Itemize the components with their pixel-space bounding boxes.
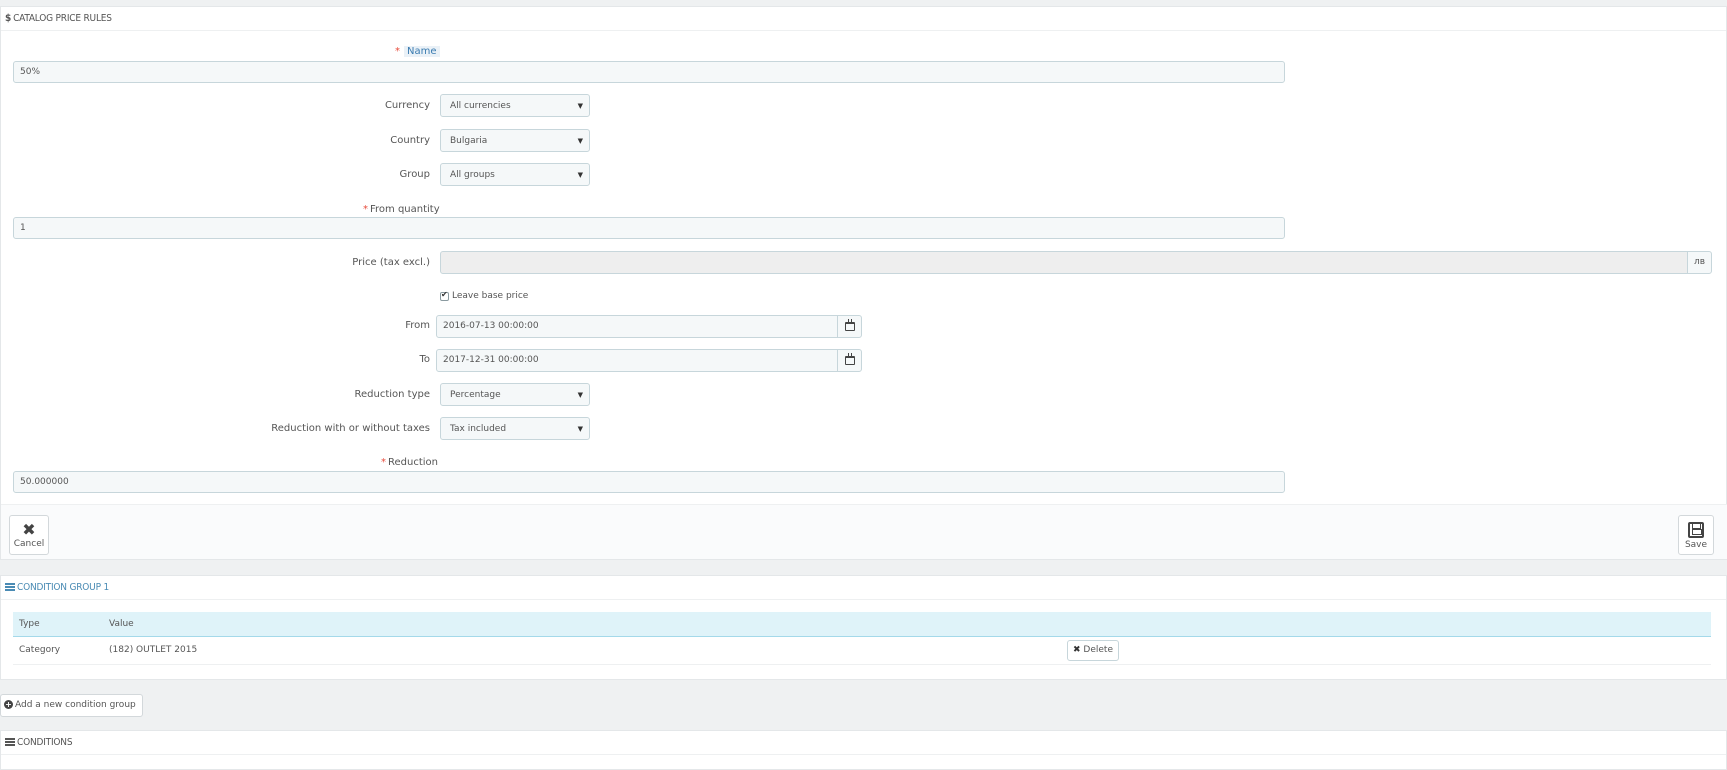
chevron-down-icon: ▼ [577,171,583,179]
list-icon [5,738,15,746]
save-button[interactable]: Save [1678,515,1714,555]
currency-select[interactable]: All currencies ▼ [440,94,590,117]
calendar-icon [845,353,855,365]
conditions-title: CONDITIONS [17,737,73,748]
plus-circle-icon: + [4,700,13,709]
catalog-price-rule-panel: $ CATALOG PRICE RULES * Name 50% Currency … [0,6,1727,560]
condition-group-panel: CONDITION GROUP 1 Type Value Category (1… [0,575,1727,680]
leave-base-price-label: Leave base price [452,291,529,301]
chevron-down-icon: ▼ [577,102,583,110]
price-input[interactable] [440,251,1688,274]
conditions-table: Type Value Category (182) OUTLET 2015 ✖ … [13,612,1711,665]
price-label: Price (tax excl.) [352,257,430,268]
from-date-input[interactable]: 2016-07-13 00:00:00 [436,315,838,338]
from-quantity-input[interactable]: 1 [13,217,1285,239]
reduction-tax-label: Reduction with or without taxes [271,423,430,434]
form-footer: ✖ Cancel Save [1,504,1727,559]
close-icon: ✖ [22,520,36,539]
chevron-down-icon: ▼ [577,137,583,145]
conditions-panel: CONDITIONS [0,730,1727,770]
conditions-heading: CONDITIONS [1,731,1726,755]
close-icon: ✖ [1073,644,1081,655]
table-row: Category (182) OUTLET 2015 ✖ Delete [13,636,1711,665]
from-date-picker-button[interactable] [837,315,862,338]
leave-base-price-checkbox[interactable] [440,290,449,301]
condition-group-heading: CONDITION GROUP 1 [1,576,1726,600]
column-header-actions [1061,612,1711,637]
reduction-type-label: Reduction type [354,389,430,400]
to-date-input[interactable]: 2017-12-31 00:00:00 [436,349,838,372]
column-header-type: Type [13,612,103,637]
name-label: * Name [395,46,440,57]
condition-value-cell: (182) OUTLET 2015 [103,636,1061,665]
delete-condition-button[interactable]: ✖ Delete [1067,639,1119,661]
name-input[interactable]: 50% [13,61,1285,83]
country-label: Country [390,135,430,146]
condition-actions-cell: ✖ Delete [1061,636,1711,665]
group-label: Group [399,169,430,180]
to-date-label: To [419,354,430,365]
table-header-row: Type Value [13,612,1711,637]
floppy-disk-icon [1688,522,1704,538]
reduction-type-select[interactable]: Percentage ▼ [440,383,590,406]
reduction-tax-select[interactable]: Tax included ▼ [440,417,590,440]
to-date-picker-button[interactable] [837,349,862,372]
calendar-icon [845,319,855,331]
cancel-button[interactable]: ✖ Cancel [9,515,49,555]
condition-type-cell: Category [13,636,103,665]
reduction-label: * Reduction [381,457,438,468]
currency-label: Currency [384,100,430,111]
page-title: CATALOG PRICE RULES [13,13,112,24]
list-icon [5,583,15,591]
currency-unit-addon: лв [1687,251,1712,274]
from-date-label: From [405,320,430,331]
chevron-down-icon: ▼ [577,391,583,399]
reduction-input[interactable]: 50.000000 [13,471,1285,493]
chevron-down-icon: ▼ [577,425,583,433]
from-quantity-label: * From quantity [363,204,440,215]
dollar-icon: $ [5,13,12,24]
panel-heading: $ CATALOG PRICE RULES [1,7,1726,31]
column-header-value: Value [103,612,1061,637]
country-select[interactable]: Bulgaria ▼ [440,129,590,152]
add-condition-group-button[interactable]: + Add a new condition group [0,694,143,717]
leave-base-price-row[interactable]: Leave base price [440,290,529,303]
condition-group-title: CONDITION GROUP 1 [17,582,109,593]
group-select[interactable]: All groups ▼ [440,163,590,186]
